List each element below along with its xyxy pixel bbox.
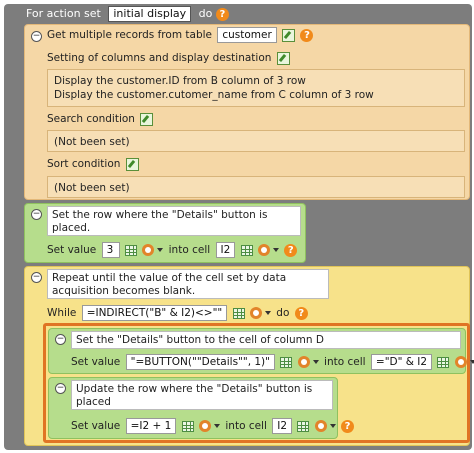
collapse-icon[interactable]: − xyxy=(31,31,42,42)
get-records-label: Get multiple records from table xyxy=(47,29,212,41)
cell-picker-icon[interactable] xyxy=(240,244,253,256)
edit-icon[interactable] xyxy=(276,51,290,65)
action-set-prefix: For action set xyxy=(26,7,101,20)
action-set-suffix: do xyxy=(198,7,213,20)
help-icon[interactable]: ? xyxy=(300,28,314,42)
edit-icon[interactable] xyxy=(140,112,154,126)
columns-line: Display the customer.cutomer_name from C… xyxy=(54,89,374,101)
columns-setting-box: Display the customer.ID from B column of… xyxy=(47,69,465,107)
dropdown-caret-icon[interactable] xyxy=(272,248,279,252)
action-set-header: For action set initial display do ? xyxy=(4,4,472,24)
formula-icon[interactable] xyxy=(142,244,155,256)
condition-field[interactable]: =INDIRECT("B" & I2)<>"" xyxy=(81,305,228,321)
repeat-title[interactable]: Repeat until the value of the cell set b… xyxy=(47,269,329,299)
cell-picker-icon[interactable] xyxy=(124,244,137,256)
formula-icon[interactable] xyxy=(249,307,262,319)
dropdown-caret-icon[interactable] xyxy=(469,360,474,364)
sort-condition-box: (Not been set) xyxy=(47,176,465,198)
sort-condition-value: (Not been set) xyxy=(54,182,130,194)
edit-icon[interactable] xyxy=(125,157,139,171)
value-field[interactable]: 3 xyxy=(101,242,120,258)
search-condition-label: Search condition xyxy=(47,113,135,125)
help-icon[interactable]: ? xyxy=(284,243,298,257)
columns-label: Setting of columns and display destinati… xyxy=(47,52,272,64)
table-name-field[interactable]: customer xyxy=(217,27,277,43)
do-label: do xyxy=(276,307,290,319)
edit-icon[interactable] xyxy=(282,28,296,42)
collapse-icon[interactable]: − xyxy=(31,272,42,283)
into-cell-label: into cell xyxy=(168,244,211,256)
while-label: While xyxy=(47,307,77,319)
highlight-frame xyxy=(43,323,470,443)
collapse-icon[interactable]: − xyxy=(31,209,42,220)
sort-condition-label: Sort condition xyxy=(47,158,121,170)
dropdown-caret-icon[interactable] xyxy=(157,248,164,252)
search-condition-box: (Not been set) xyxy=(47,130,465,152)
action-set-name[interactable]: initial display xyxy=(108,6,192,22)
search-condition-value: (Not been set) xyxy=(54,136,130,148)
columns-line: Display the customer.ID from B column of… xyxy=(54,75,306,87)
cell-picker-icon[interactable] xyxy=(232,307,245,319)
set-row-block: − Set the row where the "Details" button… xyxy=(24,203,306,263)
set-row-title[interactable]: Set the row where the "Details" button i… xyxy=(47,206,301,236)
get-records-block: − Get multiple records from table custom… xyxy=(24,24,470,200)
help-icon[interactable]: ? xyxy=(294,306,308,320)
cell-field[interactable]: I2 xyxy=(215,242,236,258)
help-icon[interactable]: ? xyxy=(215,7,229,21)
set-value-label: Set value xyxy=(47,244,97,256)
formula-icon[interactable] xyxy=(257,244,270,256)
dropdown-caret-icon[interactable] xyxy=(264,311,271,315)
